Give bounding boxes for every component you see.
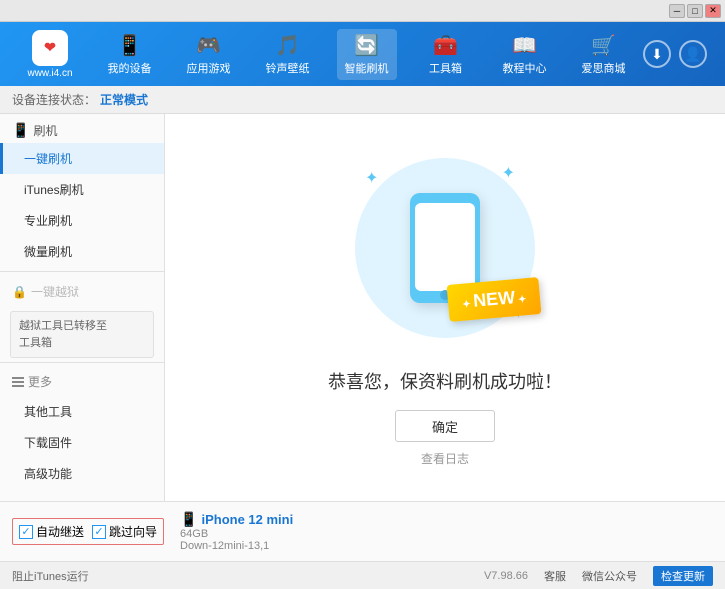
footer-left: 阻止iTunes运行 [12, 568, 89, 584]
three-line-icon [12, 377, 24, 387]
skip-wizard-checkbox[interactable]: 跳过向导 [92, 523, 157, 540]
nav-smart-flash-label: 智能刷机 [345, 60, 389, 76]
bottom-bar: 自动继送 跳过向导 📱 iPhone 12 mini 64GB Down-12m… [0, 501, 725, 561]
sidebar-item-pro-flash[interactable]: 专业刷机 [0, 205, 164, 236]
main-content: ✦ ✦ ✦ NEW 恭喜您，保资料刷机成功啦！ 确定 查看日志 [165, 114, 725, 501]
footer: 阻止iTunes运行 V7.98.66 客服 微信公众号 检查更新 [0, 561, 725, 589]
nav-app-game-label: 应用游戏 [187, 60, 231, 76]
micro-flash-label: 微量刷机 [24, 245, 72, 259]
device-info: 📱 iPhone 12 mini 64GB Down-12mini-13,1 [180, 511, 293, 552]
other-tools-label: 其他工具 [24, 405, 72, 419]
more-label: 更多 [28, 373, 52, 390]
logo-text: www.i4.cn [27, 68, 72, 79]
success-message: 恭喜您，保资料刷机成功啦！ [328, 368, 562, 394]
sidebar-item-other-tools[interactable]: 其他工具 [0, 396, 164, 427]
skip-wizard-label: 跳过向导 [109, 523, 157, 540]
sidebar-divider-2 [0, 362, 164, 363]
auto-send-label: 自动继送 [36, 523, 84, 540]
service-link[interactable]: 客服 [544, 568, 566, 584]
device-storage: 64GB [180, 528, 293, 540]
user-button[interactable]: 👤 [679, 40, 707, 68]
sparkle-icon-tr: ✦ [502, 163, 515, 183]
one-key-flash-label: 一键刷机 [24, 152, 72, 166]
smart-flash-icon: 🔄 [354, 33, 379, 58]
nav-store-label: 爱思商城 [582, 60, 626, 76]
footer-right: V7.98.66 客服 微信公众号 检查更新 [484, 566, 713, 586]
nav-app-game[interactable]: 🎮 应用游戏 [179, 29, 239, 80]
update-button[interactable]: 检查更新 [653, 566, 713, 586]
device-firmware: Down-12mini-13,1 [180, 540, 293, 552]
window-controls: ─ □ ✕ [669, 4, 721, 18]
logo-icon: ❤ [32, 30, 68, 66]
version-text: V7.98.66 [484, 570, 528, 582]
nav-toolbox-label: 工具箱 [429, 60, 462, 76]
log-link[interactable]: 查看日志 [421, 450, 469, 467]
nav-my-device[interactable]: 📱 我的设备 [100, 29, 160, 80]
main-container: 📱 刷机 一键刷机 iTunes刷机 专业刷机 微量刷机 🔒 一键越狱 越狱工具… [0, 114, 725, 501]
nav-smart-flash[interactable]: 🔄 智能刷机 [337, 29, 397, 80]
sidebar-warning-box: 越狱工具已转移至工具箱 [10, 311, 154, 358]
sidebar-warning-text: 越狱工具已转移至工具箱 [19, 320, 107, 349]
itunes-flash-label: iTunes刷机 [24, 183, 84, 197]
status-bar: 设备连接状态： 正常模式 [0, 86, 725, 114]
sidebar-section-label: 刷机 [33, 122, 57, 139]
title-bar: ─ □ ✕ [0, 0, 725, 22]
confirm-button[interactable]: 确定 [395, 410, 495, 442]
device-name: 📱 iPhone 12 mini [180, 511, 293, 528]
bottom-checkboxes: 自动继送 跳过向导 [12, 518, 164, 545]
sidebar-item-jailbreak: 🔒 一键越狱 [0, 276, 164, 307]
nav-store[interactable]: 🛒 爱思商城 [574, 29, 634, 80]
tutorial-icon: 📖 [512, 33, 537, 58]
download-fw-label: 下载固件 [24, 436, 72, 450]
sidebar-item-itunes-flash[interactable]: iTunes刷机 [0, 174, 164, 205]
sidebar-divider-1 [0, 271, 164, 272]
nav-ringtone[interactable]: 🎵 铃声壁纸 [258, 29, 318, 80]
logo: ❤ www.i4.cn [10, 30, 90, 79]
close-button[interactable]: ✕ [705, 4, 721, 18]
jailbreak-label: 一键越狱 [31, 283, 79, 300]
header: ❤ www.i4.cn 📱 我的设备 🎮 应用游戏 🎵 铃声壁纸 🔄 智能刷机 … [0, 22, 725, 86]
auto-send-checkbox[interactable]: 自动继送 [19, 523, 84, 540]
ringtone-icon: 🎵 [275, 33, 300, 58]
device-phone-icon: 📱 [180, 511, 197, 528]
phone-screen [415, 203, 475, 291]
new-badge: NEW [446, 277, 541, 322]
device-name-text: iPhone 12 mini [201, 512, 293, 527]
advanced-label: 高级功能 [24, 467, 72, 481]
sidebar: 📱 刷机 一键刷机 iTunes刷机 专业刷机 微量刷机 🔒 一键越狱 越狱工具… [0, 114, 165, 501]
sidebar-item-micro-flash[interactable]: 微量刷机 [0, 236, 164, 267]
sidebar-item-download-fw[interactable]: 下载固件 [0, 427, 164, 458]
phone-illustration: ✦ ✦ ✦ NEW [345, 148, 545, 348]
flash-section-icon: 📱 [12, 122, 29, 139]
app-game-icon: 🎮 [196, 33, 221, 58]
sidebar-more-title: 更多 [0, 367, 164, 396]
wechat-link[interactable]: 微信公众号 [582, 568, 637, 584]
lock-icon: 🔒 [12, 285, 27, 299]
block-itunes-label: 阻止iTunes运行 [12, 568, 89, 584]
sidebar-item-one-key-flash[interactable]: 一键刷机 [0, 143, 164, 174]
auto-send-checkbox-box [19, 525, 33, 539]
download-button[interactable]: ⬇ [643, 40, 671, 68]
nav-tutorial[interactable]: 📖 教程中心 [495, 29, 555, 80]
nav-bar: 📱 我的设备 🎮 应用游戏 🎵 铃声壁纸 🔄 智能刷机 🧰 工具箱 📖 教程中心… [90, 29, 643, 80]
nav-toolbox[interactable]: 🧰 工具箱 [416, 29, 476, 80]
minimize-button[interactable]: ─ [669, 4, 685, 18]
sidebar-item-advanced[interactable]: 高级功能 [0, 458, 164, 489]
sparkle-icon-tl: ✦ [365, 168, 378, 188]
sidebar-section-flash: 📱 刷机 [0, 114, 164, 143]
header-right-buttons: ⬇ 👤 [643, 40, 707, 68]
nav-my-device-label: 我的设备 [108, 60, 152, 76]
pro-flash-label: 专业刷机 [24, 214, 72, 228]
my-device-icon: 📱 [117, 33, 142, 58]
maximize-button[interactable]: □ [687, 4, 703, 18]
store-icon: 🛒 [591, 33, 616, 58]
nav-ringtone-label: 铃声壁纸 [266, 60, 310, 76]
nav-tutorial-label: 教程中心 [503, 60, 547, 76]
skip-wizard-checkbox-box [92, 525, 106, 539]
status-value: 正常模式 [100, 91, 148, 108]
status-label: 设备连接状态： [12, 91, 96, 108]
toolbox-icon: 🧰 [433, 33, 458, 58]
